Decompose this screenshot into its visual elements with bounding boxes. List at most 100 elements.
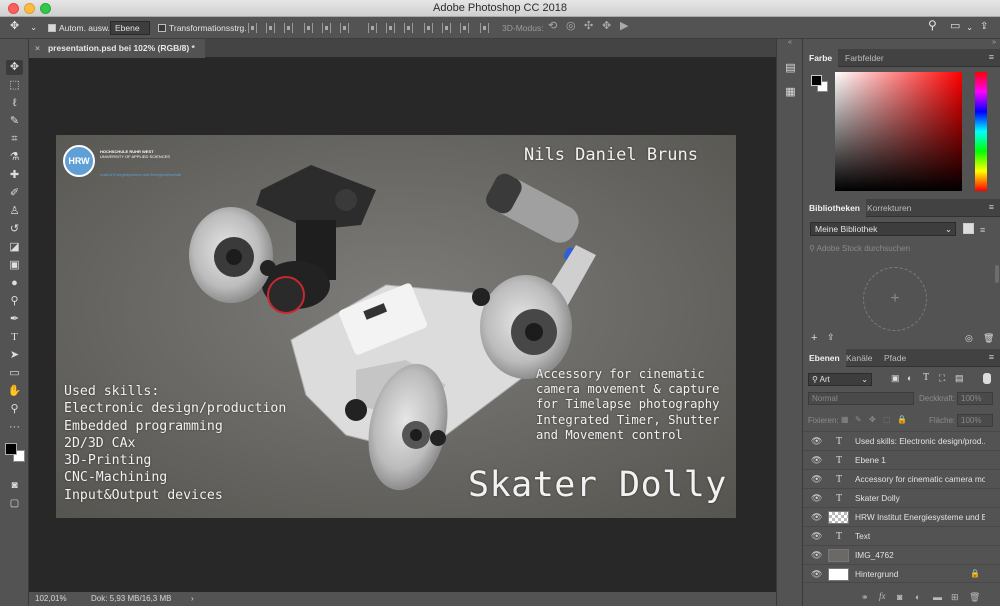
stock-search[interactable]: ⚲ Adobe Stock durchsuchen [809,242,989,256]
new-layer-icon[interactable]: ⊞ [951,592,959,603]
link-layers-icon[interactable]: ⚭ [861,592,869,603]
grid-view-icon[interactable] [963,223,974,234]
more-tools-icon[interactable]: ··· [6,420,23,435]
gradient-tool-icon[interactable]: ▣ [6,258,23,273]
align-bottom-icon[interactable] [284,23,293,33]
3d-camera-icon[interactable]: ▶ [620,20,628,32]
layer-filter-kind[interactable]: ⚲ Art ⌄ [808,373,872,386]
layer-row[interactable]: 👁 T Used skills: Electronic design/prod... [803,431,1000,450]
distribute-vcenter-icon[interactable] [386,23,395,33]
eye-icon[interactable]: 👁 [811,493,822,504]
layer-row[interactable]: 👁 T Text [803,526,1000,545]
marquee-tool-icon[interactable]: ⬚ [6,78,23,93]
lock-position-icon[interactable]: ✥ [869,415,876,424]
distribute-left-icon[interactable] [424,23,433,33]
foreground-color-swatch[interactable] [811,75,822,86]
zoom-tool-icon[interactable]: ⚲ [6,402,23,417]
properties-panel-icon[interactable]: ▦ [784,85,797,98]
tab-channels[interactable]: Kanäle [840,349,878,367]
hue-slider[interactable] [975,72,987,191]
auto-align-icon[interactable] [480,23,489,33]
share-icon[interactable]: ⇪ [980,21,988,33]
tab-adjustments[interactable]: Korrekturen [861,199,917,217]
crop-tool-icon[interactable]: ⌗ [6,132,23,147]
minimize-window-button[interactable] [24,3,35,14]
stamp-tool-icon[interactable]: ♙ [6,204,23,219]
upload-icon[interactable]: ⇪ [827,332,835,343]
layer-row[interactable]: 👁 T Ebene 1 [803,450,1000,469]
auto-select-dropdown[interactable]: Ebene ⌄ [110,21,150,45]
layer-row[interactable]: 👁 Hintergrund 🔒 [803,564,1000,583]
screen-mode-icon[interactable]: ▢ [6,496,23,511]
eye-icon[interactable]: 👁 [811,436,822,447]
filter-text-icon[interactable]: T [923,372,929,383]
history-brush-icon[interactable]: ↺ [6,222,23,237]
opacity-input[interactable]: 100% [957,392,993,405]
chevron-down-icon[interactable]: ⌄ [30,21,37,33]
blur-tool-icon[interactable]: ● [6,276,23,291]
lock-transparency-icon[interactable]: ▦ [841,415,849,424]
align-left-icon[interactable] [304,23,313,33]
add-library-item-icon[interactable]: + [863,267,927,331]
adjustment-layer-icon[interactable]: ◐ [915,592,920,602]
distribute-hcenter-icon[interactable] [442,23,451,33]
cloud-sync-icon[interactable]: ◎ [965,333,973,344]
library-select[interactable]: Meine Bibliothek ⌄ [810,222,956,236]
tab-libraries[interactable]: Bibliotheken [803,199,867,217]
dodge-tool-icon[interactable]: ⚲ [6,294,23,309]
history-panel-icon[interactable]: ▤ [784,61,797,74]
brush-tool-icon[interactable]: ✐ [6,186,23,201]
new-group-icon[interactable]: ▬ [933,592,942,602]
filter-shape-icon[interactable]: ⛶ [939,373,945,384]
workspace-icon[interactable]: ▭ [950,20,960,32]
lock-artboard-icon[interactable]: ⬚ [883,415,891,424]
layer-mask-icon[interactable]: ◙ [897,592,902,602]
list-view-icon[interactable]: ≡ [980,225,985,235]
search-icon[interactable]: ⚲ [928,19,937,31]
trash-icon[interactable]: 🗑 [983,333,994,344]
transform-controls-checkbox[interactable]: Transformationsstrg. [158,22,247,34]
eye-icon[interactable]: 👁 [811,455,822,466]
tab-swatches[interactable]: Farbfelder [839,49,890,67]
close-tab-icon[interactable]: × [35,43,40,53]
eye-icon[interactable]: 👁 [811,512,822,523]
panel-menu-icon[interactable]: ≡ [989,352,994,362]
canvas[interactable]: HRW HOCHSCHULE RUHR WEST UNIVERSITY OF A… [56,135,736,518]
align-top-icon[interactable] [248,23,257,33]
move-tool-icon[interactable]: ✥ [6,60,23,75]
lasso-tool-icon[interactable]: ℓ [6,96,23,111]
3d-roll-icon[interactable]: ◎ [566,20,576,32]
distribute-top-icon[interactable] [368,23,377,33]
panel-menu-icon[interactable]: ≡ [989,52,994,62]
distribute-right-icon[interactable] [460,23,469,33]
quick-select-tool-icon[interactable]: ✎ [6,114,23,129]
align-right-icon[interactable] [340,23,349,33]
distribute-bottom-icon[interactable] [404,23,413,33]
auto-select-checkbox[interactable]: Autom. ausw.: [48,22,112,34]
hand-tool-icon[interactable]: ✋ [6,384,23,399]
collapse-panels-icon[interactable]: » [992,39,996,46]
layer-row[interactable]: 👁 T Accessory for cinematic camera mo... [803,469,1000,488]
filter-smart-icon[interactable]: ▤ [955,373,964,384]
layer-row[interactable]: 👁 HRW Institut Energiesysteme und E... [803,507,1000,526]
tab-color[interactable]: Farbe [803,49,839,67]
collapse-strip-icon[interactable]: « [777,39,803,49]
eye-icon[interactable]: 👁 [811,531,822,542]
workspace-chevron-icon[interactable]: ⌄ [966,21,973,33]
tab-paths[interactable]: Pfade [878,349,912,367]
align-vcenter-icon[interactable] [266,23,275,33]
eyedropper-tool-icon[interactable]: ⚗ [6,150,23,165]
foreground-color-swatch[interactable] [5,443,17,455]
3d-pan-icon[interactable]: ✣ [584,20,593,32]
status-menu-icon[interactable]: › [191,592,194,606]
zoom-window-button[interactable] [40,3,51,14]
color-field[interactable] [835,72,962,191]
path-select-icon[interactable]: ➤ [6,348,23,363]
eye-icon[interactable]: 👁 [811,474,822,485]
lock-pixels-icon[interactable]: ✎ [855,415,862,424]
panel-menu-icon[interactable]: ≡ [989,202,994,212]
add-content-icon[interactable]: + [811,332,817,344]
delete-layer-icon[interactable]: 🗑 [969,592,980,603]
align-hcenter-icon[interactable] [322,23,331,33]
filter-toggle-icon[interactable] [983,373,991,384]
